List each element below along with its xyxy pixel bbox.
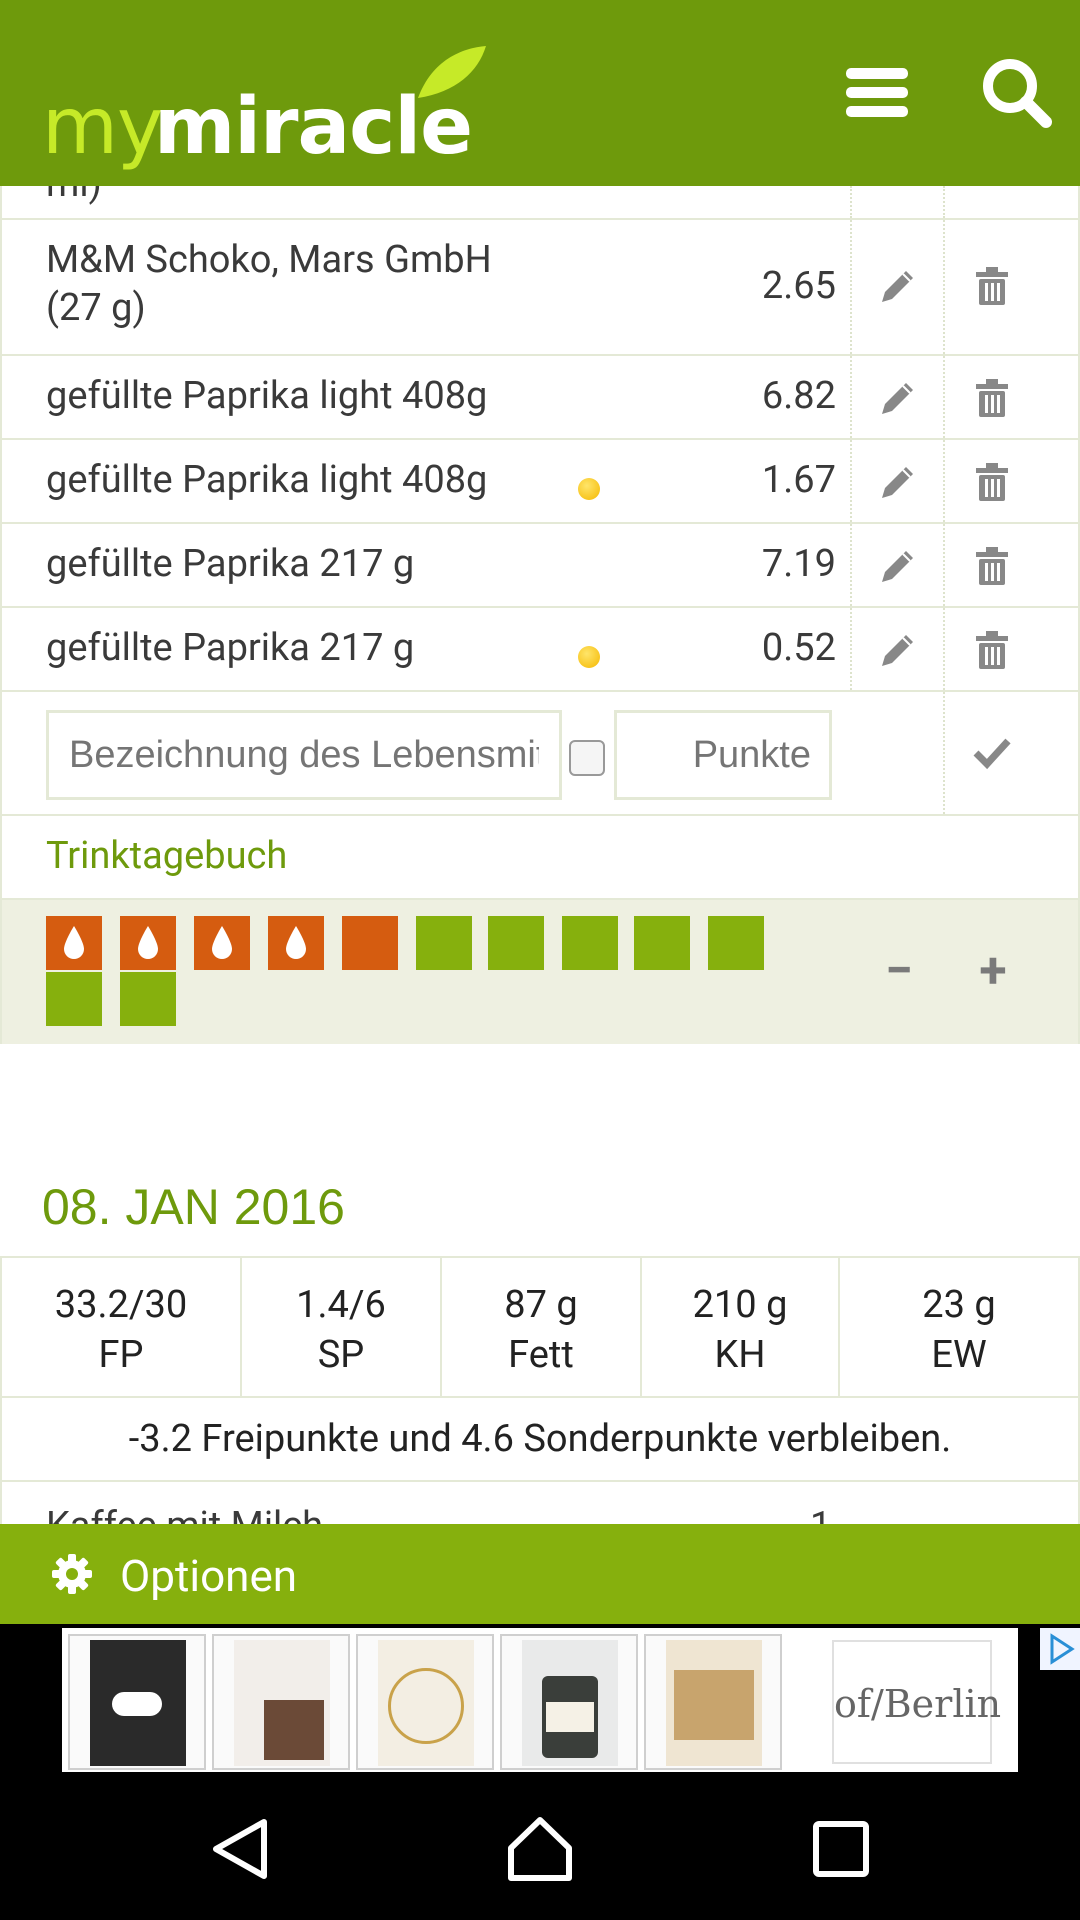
food-list: ml) M&M Schoko, Mars GmbH (27 g) 2.65 ge… bbox=[0, 186, 1080, 1044]
drink-cup[interactable] bbox=[488, 916, 544, 970]
pencil-icon[interactable] bbox=[876, 264, 920, 308]
drink-cup[interactable] bbox=[342, 916, 398, 970]
android-nav-bar bbox=[0, 1774, 1080, 1920]
water-drop-icon bbox=[286, 926, 306, 959]
recents-icon[interactable] bbox=[806, 1814, 876, 1884]
trash-icon[interactable] bbox=[970, 460, 1014, 504]
item-name: M&M Schoko, Mars GmbH (27 g) bbox=[46, 238, 492, 330]
leaf-icon bbox=[418, 46, 486, 98]
drink-cup[interactable] bbox=[194, 916, 250, 970]
options-label: Optionen bbox=[120, 1550, 298, 1602]
search-icon[interactable] bbox=[980, 56, 1054, 130]
pencil-icon[interactable] bbox=[876, 544, 920, 588]
drink-diary-cups: − + bbox=[0, 900, 1080, 1044]
stat-sp: 1.4/6 SP bbox=[242, 1258, 442, 1396]
drink-cup[interactable] bbox=[708, 916, 764, 970]
trash-icon[interactable] bbox=[970, 544, 1014, 588]
special-points-dot bbox=[578, 478, 600, 500]
drink-cup[interactable] bbox=[120, 972, 176, 1026]
list-item: gefüllte Paprika 217 g 0.52 bbox=[0, 608, 1080, 692]
add-entry-row bbox=[0, 692, 1080, 816]
item-points: 0.52 bbox=[761, 626, 836, 670]
stat-kh: 210 g KH bbox=[642, 1258, 840, 1396]
ad-product-image[interactable] bbox=[644, 1634, 782, 1770]
ad-product-image[interactable] bbox=[500, 1634, 638, 1770]
stat-fett: 87 g Fett bbox=[442, 1258, 642, 1396]
checkmark-icon[interactable] bbox=[972, 732, 1012, 772]
drink-cup[interactable] bbox=[634, 916, 690, 970]
list-item-partial: ml) bbox=[0, 186, 1080, 220]
item-points: 2.65 bbox=[761, 264, 836, 308]
item-name: gefüllte Paprika light 408g bbox=[46, 458, 488, 502]
special-points-checkbox[interactable] bbox=[569, 740, 605, 776]
drink-cup[interactable] bbox=[416, 916, 472, 970]
drink-cup[interactable] bbox=[562, 916, 618, 970]
item-name: gefüllte Paprika 217 g bbox=[46, 626, 415, 670]
drink-cup[interactable] bbox=[120, 916, 176, 970]
ad-product-image[interactable] bbox=[68, 1634, 206, 1770]
menu-icon[interactable] bbox=[840, 56, 914, 130]
water-drop-icon bbox=[138, 926, 158, 959]
item-name: gefüllte Paprika 217 g bbox=[46, 542, 415, 586]
gear-icon bbox=[52, 1554, 92, 1594]
remaining-points-text: -3.2 Freipunkte und 4.6 Sonderpunkte ver… bbox=[0, 1398, 1080, 1482]
home-icon[interactable] bbox=[505, 1814, 575, 1884]
stat-fp: 33.2/30 FP bbox=[2, 1258, 242, 1396]
item-points: 1.67 bbox=[761, 458, 836, 502]
pencil-icon[interactable] bbox=[876, 376, 920, 420]
ad-area: of/Berlin bbox=[0, 1624, 1080, 1774]
special-points-dot bbox=[578, 646, 600, 668]
options-bar[interactable]: Optionen bbox=[0, 1524, 1080, 1624]
list-item: gefüllte Paprika light 408g 1.67 bbox=[0, 440, 1080, 524]
drink-cup[interactable] bbox=[46, 916, 102, 970]
mymiracle-logo[interactable]: my miracle bbox=[42, 40, 486, 172]
ad-banner[interactable]: of/Berlin bbox=[62, 1628, 1080, 1772]
water-drop-icon bbox=[64, 926, 84, 959]
item-name: ml) bbox=[46, 186, 102, 208]
list-item: gefüllte Paprika light 408g 6.82 bbox=[0, 356, 1080, 440]
food-name-input[interactable] bbox=[46, 710, 562, 800]
trash-icon[interactable] bbox=[970, 628, 1014, 672]
item-name: gefüllte Paprika light 408g bbox=[46, 374, 488, 418]
pencil-icon[interactable] bbox=[876, 460, 920, 504]
logo-my: my bbox=[42, 82, 163, 172]
drink-diary-header: Trinktagebuch bbox=[0, 816, 1080, 900]
app-header: my miracle bbox=[0, 0, 1080, 186]
drink-cup[interactable] bbox=[268, 916, 324, 970]
list-item: gefüllte Paprika 217 g 7.19 bbox=[0, 524, 1080, 608]
trash-icon[interactable] bbox=[970, 264, 1014, 308]
stat-ew: 23 g EW bbox=[922, 1283, 996, 1377]
item-points: 7.19 bbox=[761, 542, 836, 586]
pencil-icon[interactable] bbox=[876, 628, 920, 672]
trash-icon[interactable] bbox=[970, 376, 1014, 420]
back-icon[interactable] bbox=[206, 1814, 276, 1884]
list-item: M&M Schoko, Mars GmbH (27 g) 2.65 bbox=[0, 220, 1080, 356]
day-stats: 33.2/30 FP 1.4/6 SP 87 g Fett 210 g KH 2… bbox=[0, 1256, 1080, 1398]
drink-diary-title: Trinktagebuch bbox=[46, 834, 288, 878]
ad-product-image[interactable] bbox=[212, 1634, 350, 1770]
day-date-title: 08. JAN 2016 bbox=[42, 1179, 345, 1235]
adchoices-icon[interactable] bbox=[1040, 1628, 1080, 1670]
water-drop-icon bbox=[212, 926, 232, 959]
drink-cup[interactable] bbox=[46, 972, 102, 1026]
drink-minus-button[interactable]: − bbox=[874, 946, 924, 996]
ad-brand-logo[interactable]: of/Berlin bbox=[832, 1640, 1001, 1764]
item-points: 6.82 bbox=[761, 374, 836, 418]
points-input[interactable] bbox=[614, 710, 832, 800]
ad-product-image[interactable] bbox=[356, 1634, 494, 1770]
drink-plus-button[interactable]: + bbox=[968, 946, 1018, 996]
